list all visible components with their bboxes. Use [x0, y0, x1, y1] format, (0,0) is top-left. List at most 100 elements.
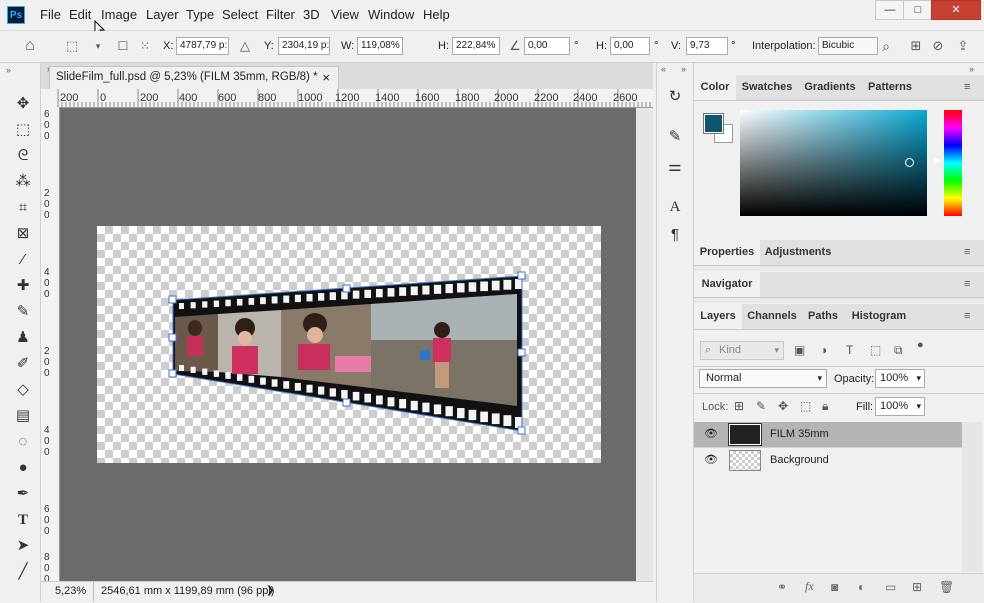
minimize-button[interactable]: — — [875, 0, 905, 20]
menu-help[interactable]: Help — [423, 7, 450, 22]
filter-smart-object-icon[interactable]: ⧉ — [894, 343, 903, 358]
tab-properties[interactable]: Properties — [694, 240, 760, 265]
link-layers-icon[interactable]: ⚭ — [777, 580, 787, 594]
eyedropper-tool-icon[interactable]: ⁄ — [12, 249, 34, 271]
tab-adjustments[interactable]: Adjustments — [762, 240, 834, 265]
switch-warp-icon[interactable]: ⊞ — [908, 38, 924, 54]
tab-patterns[interactable]: Patterns — [864, 75, 916, 100]
collapse-icon[interactable]: » — [6, 65, 11, 75]
warp-mode-icon[interactable]: ⌕ — [878, 38, 894, 54]
blend-mode-select[interactable]: Normal ▾ — [699, 369, 827, 388]
tab-layers[interactable]: Layers — [694, 304, 742, 329]
layer-name[interactable]: FILM 35mm — [770, 428, 829, 440]
layer-row-background[interactable]: 👁︎ Background — [694, 448, 962, 473]
hue-slider[interactable] — [944, 110, 962, 216]
hue-slider-marker-icon[interactable]: ▶ — [934, 155, 941, 166]
menu-edit[interactable]: Edit — [69, 7, 91, 22]
tab-channels[interactable]: Channels — [744, 304, 800, 329]
menu-3d[interactable]: 3D — [303, 7, 320, 22]
brush-settings-icon[interactable]: ✎ — [665, 127, 685, 147]
tab-navigator[interactable]: Navigator — [694, 272, 760, 297]
type-tool-icon[interactable]: T — [12, 509, 34, 531]
close-tab-icon[interactable]: × — [322, 67, 330, 88]
clone-stamp-tool-icon[interactable]: ♟ — [12, 327, 34, 349]
ruler-horizontal[interactable]: 200 0 200 400 600 800 1000 1200 1400 160… — [41, 89, 653, 108]
photoshop-logo[interactable]: Ps — [7, 6, 25, 24]
panel-menu-icon[interactable]: ≡ — [964, 310, 976, 322]
film-strip-layer[interactable] — [165, 268, 531, 438]
foreground-color-swatch[interactable] — [703, 113, 724, 134]
home-icon[interactable]: ⌂ — [22, 38, 38, 54]
maximize-button[interactable]: □ — [903, 0, 933, 20]
color-picker-marker[interactable] — [905, 158, 914, 167]
adjustments-sliders-icon[interactable]: ⚌ — [665, 157, 685, 177]
chevron-down-icon[interactable]: ▾ — [916, 398, 921, 415]
line-tool-icon[interactable]: ╱ — [12, 561, 34, 583]
reference-point-checkbox[interactable]: ☐ — [115, 38, 131, 54]
x-input[interactable]: 4787,79 p: — [176, 37, 229, 55]
new-group-icon[interactable]: ▭ — [885, 580, 896, 594]
delete-layer-icon[interactable]: 🗑︎ — [939, 580, 954, 594]
collapse-icon[interactable]: » — [969, 64, 974, 74]
ruler-vertical[interactable]: 6 0 0 2 0 0 4 0 0 2 0 0 4 0 0 6 0 0 8 0 … — [41, 107, 60, 581]
add-mask-icon[interactable]: ◙ — [831, 580, 838, 594]
hskew-input[interactable]: 0,00 — [610, 37, 650, 55]
vertical-scrollbar[interactable] — [636, 108, 653, 581]
blur-tool-icon[interactable]: ◌ — [12, 431, 34, 453]
document-tab[interactable]: SlideFilm_full.psd @ 5,23% (FILM 35mm, R… — [49, 66, 339, 89]
close-button[interactable]: ✕ — [931, 0, 981, 20]
collapse-icon[interactable]: » — [681, 64, 686, 74]
menu-filter[interactable]: Filter — [266, 7, 295, 22]
frame-tool-icon[interactable]: ⊠ — [12, 223, 34, 245]
panel-menu-icon[interactable]: ≡ — [964, 278, 976, 290]
brush-tool-icon[interactable]: ✎ — [12, 301, 34, 323]
opacity-input[interactable]: 100% ▾ — [875, 369, 925, 388]
fill-input[interactable]: 100% ▾ — [875, 397, 925, 416]
menu-view[interactable]: View — [331, 7, 359, 22]
menu-layer[interactable]: Layer — [146, 7, 179, 22]
transform-tool-icon[interactable]: ⬚ — [64, 38, 80, 54]
panel-menu-icon[interactable]: ≡ — [964, 246, 976, 258]
lock-artboard-icon[interactable]: ⬚ — [800, 399, 811, 413]
filter-shape-icon[interactable]: ⬚ — [870, 343, 881, 357]
menu-select[interactable]: Select — [222, 7, 258, 22]
vskew-input[interactable]: 9,73 — [686, 37, 728, 55]
tab-color[interactable]: Color — [694, 75, 736, 100]
layer-filter-kind-select[interactable]: ⌕ Kind ▾ — [700, 341, 784, 360]
tab-histogram[interactable]: Histogram — [846, 304, 912, 329]
chevron-down-icon[interactable]: ▾ — [90, 38, 106, 54]
interpolation-select[interactable]: Bicubic — [818, 37, 878, 55]
tab-paths[interactable]: Paths — [802, 304, 844, 329]
crop-tool-icon[interactable]: ⌗ — [12, 197, 34, 219]
filter-pixel-icon[interactable]: ▣ — [794, 343, 805, 357]
cancel-transform-icon[interactable]: ⊘ — [930, 38, 946, 54]
reference-point-icon[interactable]: ⁙ — [137, 38, 153, 54]
lock-transparent-icon[interactable]: ⊞ — [734, 399, 744, 413]
status-menu-arrow[interactable]: ❯ — [266, 585, 274, 596]
layer-name[interactable]: Background — [770, 454, 829, 466]
angle-input[interactable]: 0,00 — [524, 37, 570, 55]
paragraph-icon[interactable]: ¶ — [665, 225, 685, 245]
new-adjustment-icon[interactable]: ◐ — [858, 580, 865, 594]
zoom-level[interactable]: 5,23% — [55, 585, 86, 597]
menu-window[interactable]: Window — [368, 7, 414, 22]
menu-file[interactable]: File — [40, 7, 61, 22]
tab-swatches[interactable]: Swatches — [738, 75, 796, 100]
filter-adjustment-icon[interactable]: ◑ — [820, 343, 827, 357]
eraser-tool-icon[interactable]: ◇ — [12, 379, 34, 401]
new-layer-icon[interactable]: ⊞ — [912, 580, 922, 594]
expand-icon[interactable]: « — [661, 64, 666, 74]
lock-all-icon[interactable]: 🔒︎ — [822, 399, 828, 414]
path-selection-tool-icon[interactable]: ➤ — [12, 535, 34, 557]
pen-tool-icon[interactable]: ✒ — [12, 483, 34, 505]
lasso-tool-icon[interactable]: ᘓ — [12, 145, 34, 167]
filter-toggle-icon[interactable]: ● — [917, 339, 924, 351]
height-input[interactable]: 222,84% — [452, 37, 500, 55]
menu-type[interactable]: Type — [186, 7, 214, 22]
color-field[interactable] — [740, 110, 927, 216]
marquee-tool-icon[interactable]: ⬚ — [12, 119, 34, 141]
magic-wand-tool-icon[interactable]: ⁂ — [12, 171, 34, 193]
gradient-tool-icon[interactable]: ▤ — [12, 405, 34, 427]
history-icon[interactable]: ↻ — [665, 87, 685, 107]
y-input[interactable]: 2304,19 p: — [278, 37, 330, 55]
